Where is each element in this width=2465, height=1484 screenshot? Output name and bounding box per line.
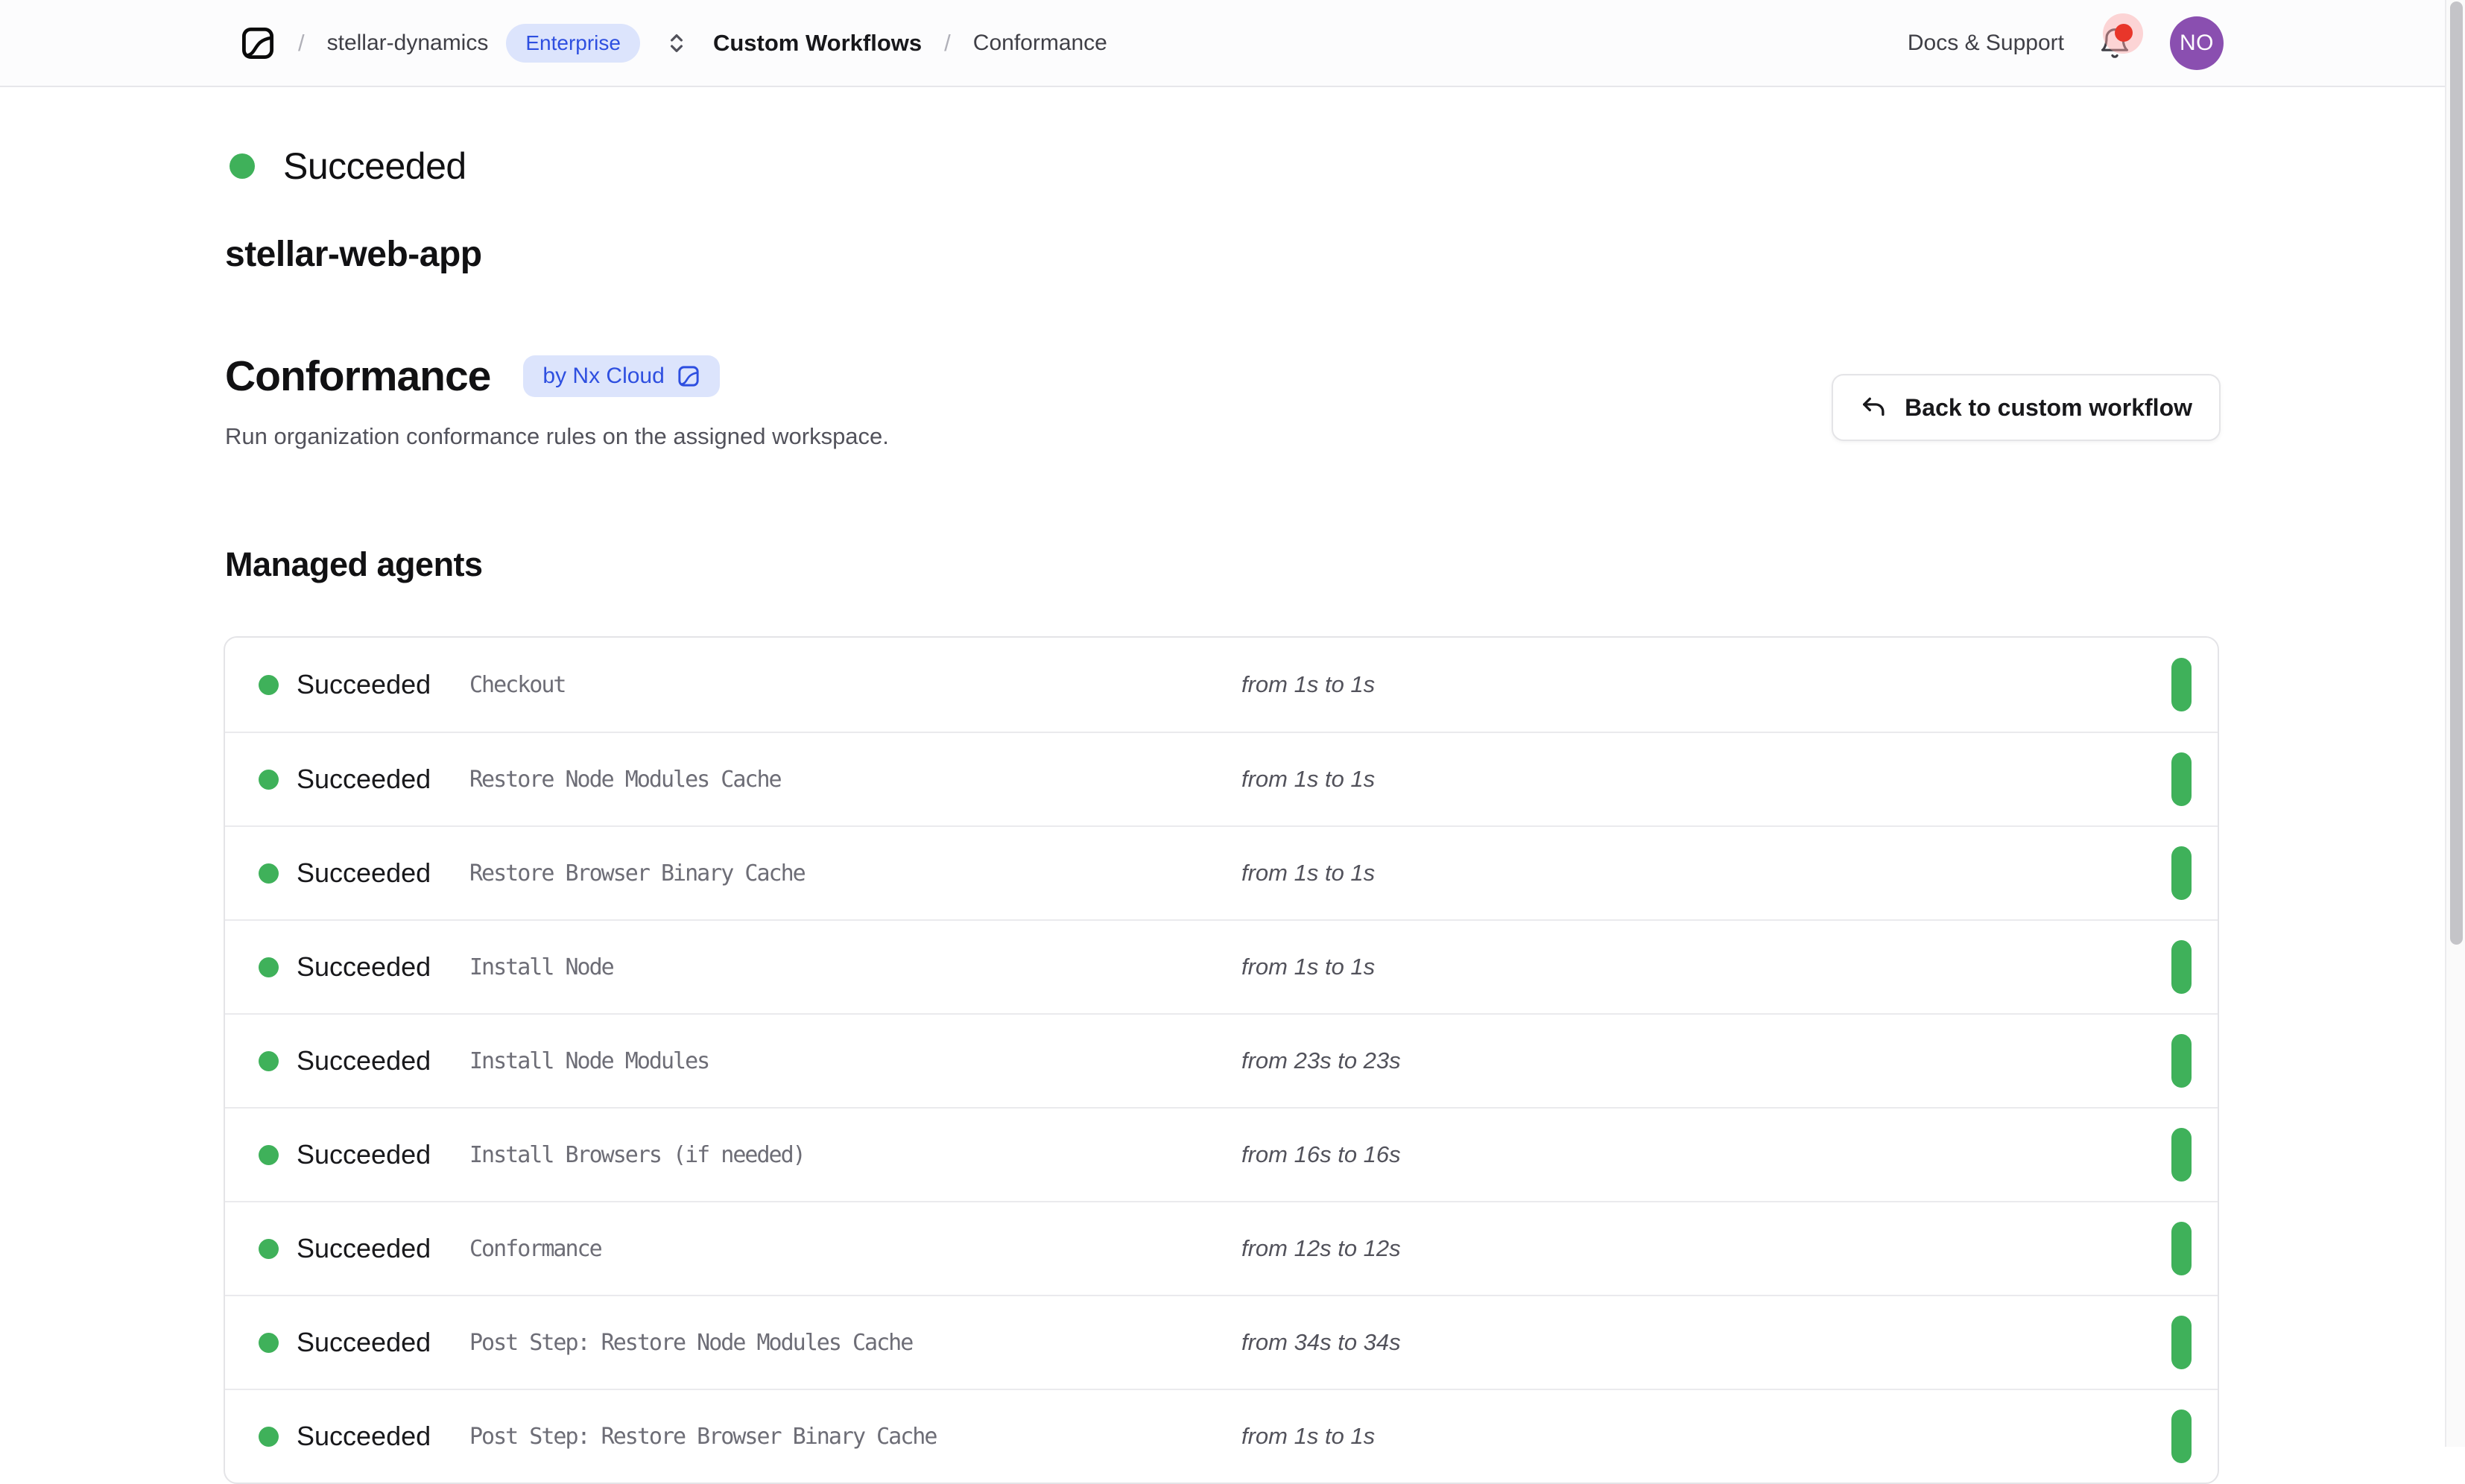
step-name: Install Node [469, 954, 1241, 980]
status-dot [259, 957, 279, 977]
step-duration: from 1s to 1s [1241, 1423, 1375, 1450]
step-name: Post Step: Restore Browser Binary Cache [469, 1424, 1241, 1450]
step-timeline-bar[interactable] [2171, 1316, 2192, 1369]
step-timeline-bar[interactable] [2171, 1128, 2192, 1182]
step-duration: from 34s to 34s [1241, 1329, 1401, 1356]
step-status: Succeeded [297, 1045, 469, 1076]
nx-cloud-logo-icon [240, 25, 276, 61]
agent-step-row[interactable]: Succeeded Conformance from 12s to 12s [225, 1201, 2218, 1295]
notifications-button[interactable] [2098, 27, 2131, 60]
step-timeline-bar[interactable] [2171, 1222, 2192, 1275]
scrollbar-thumb[interactable] [2450, 1, 2463, 945]
step-timeline-bar[interactable] [2171, 940, 2192, 994]
step-status: Succeeded [297, 1233, 469, 1264]
return-arrow-icon [1860, 393, 1888, 422]
step-name: Conformance [469, 1236, 1241, 1262]
scrollbar-track[interactable] [2445, 0, 2465, 1447]
agent-step-row[interactable]: Succeeded Post Step: Restore Node Module… [225, 1295, 2218, 1389]
step-status: Succeeded [297, 857, 469, 889]
plan-badge: Enterprise [506, 24, 640, 63]
status-dot [230, 153, 255, 179]
step-timeline-bar[interactable] [2171, 1410, 2192, 1463]
managed-agents-heading: Managed agents [225, 545, 483, 584]
agent-step-row[interactable]: Succeeded Restore Node Modules Cache fro… [225, 732, 2218, 825]
workflow-header: Conformance by Nx Cloud [225, 352, 720, 401]
step-name: Post Step: Restore Node Modules Cache [469, 1330, 1241, 1356]
step-name: Install Node Modules [469, 1048, 1241, 1074]
step-timeline-bar[interactable] [2171, 1034, 2192, 1088]
status-dot [259, 1239, 279, 1259]
status-dot [259, 1427, 279, 1447]
workspace-title: stellar-web-app [225, 234, 482, 275]
workflow-title: Conformance [225, 352, 490, 401]
managed-agents-list: Succeeded Checkout from 1s to 1s Succeed… [224, 636, 2219, 1484]
status-dot [259, 770, 279, 790]
nx-cloud-provider-badge[interactable]: by Nx Cloud [523, 355, 719, 397]
docs-support-link[interactable]: Docs & Support [1908, 31, 2064, 56]
breadcrumb-page: Conformance [973, 31, 1107, 56]
step-duration: from 16s to 16s [1241, 1141, 1401, 1168]
step-duration: from 1s to 1s [1241, 671, 1375, 698]
step-status: Succeeded [297, 1139, 469, 1170]
breadcrumb-section[interactable]: Custom Workflows [713, 30, 922, 57]
step-duration: from 1s to 1s [1241, 954, 1375, 980]
step-status: Succeeded [297, 1327, 469, 1358]
user-avatar[interactable]: NO [2170, 16, 2224, 70]
workflow-description: Run organization conformance rules on th… [225, 423, 889, 450]
step-name: Checkout [469, 672, 1241, 698]
step-duration: from 1s to 1s [1241, 766, 1375, 793]
breadcrumb-separator: / [298, 30, 305, 57]
breadcrumb-workspace[interactable]: stellar-dynamics [327, 31, 489, 56]
provider-badge-label: by Nx Cloud [542, 364, 664, 389]
step-duration: from 12s to 12s [1241, 1235, 1401, 1262]
agent-step-row[interactable]: Succeeded Install Node from 1s to 1s [225, 919, 2218, 1013]
agent-step-row[interactable]: Succeeded Checkout from 1s to 1s [225, 638, 2218, 732]
agent-step-row[interactable]: Succeeded Restore Browser Binary Cache f… [225, 825, 2218, 919]
status-dot [259, 1145, 279, 1165]
agent-step-row[interactable]: Succeeded Install Browsers (if needed) f… [225, 1107, 2218, 1201]
back-button-label: Back to custom workflow [1905, 394, 2192, 422]
back-to-custom-workflow-button[interactable]: Back to custom workflow [1832, 374, 2221, 441]
step-name: Install Browsers (if needed) [469, 1142, 1241, 1168]
breadcrumb-separator: / [944, 30, 951, 57]
top-navbar: / stellar-dynamics Enterprise Custom Wor… [0, 0, 2465, 87]
step-status: Succeeded [297, 764, 469, 795]
status-dot [259, 1333, 279, 1353]
step-name: Restore Node Modules Cache [469, 767, 1241, 793]
status-dot [259, 675, 279, 695]
step-timeline-bar[interactable] [2171, 846, 2192, 900]
run-status: Succeeded [230, 145, 466, 188]
step-timeline-bar[interactable] [2171, 658, 2192, 711]
status-dot [259, 1051, 279, 1071]
workspace-switcher-button[interactable] [664, 31, 689, 56]
notification-badge [2115, 24, 2133, 42]
nx-cloud-logo[interactable] [240, 25, 276, 61]
agent-step-row[interactable]: Succeeded Post Step: Restore Browser Bin… [225, 1389, 2218, 1483]
chevron-up-down-icon [664, 31, 689, 56]
step-status: Succeeded [297, 1421, 469, 1452]
navbar-actions: Docs & Support NO [1908, 16, 2224, 70]
step-duration: from 23s to 23s [1241, 1047, 1401, 1074]
step-status: Succeeded [297, 669, 469, 700]
breadcrumb: / stellar-dynamics Enterprise Custom Wor… [240, 24, 1107, 63]
step-status: Succeeded [297, 951, 469, 983]
nx-cloud-logo-icon [677, 364, 700, 388]
status-dot [259, 863, 279, 884]
step-name: Restore Browser Binary Cache [469, 860, 1241, 887]
step-timeline-bar[interactable] [2171, 752, 2192, 806]
status-label: Succeeded [283, 145, 466, 188]
step-duration: from 1s to 1s [1241, 860, 1375, 887]
agent-step-row[interactable]: Succeeded Install Node Modules from 23s … [225, 1013, 2218, 1107]
